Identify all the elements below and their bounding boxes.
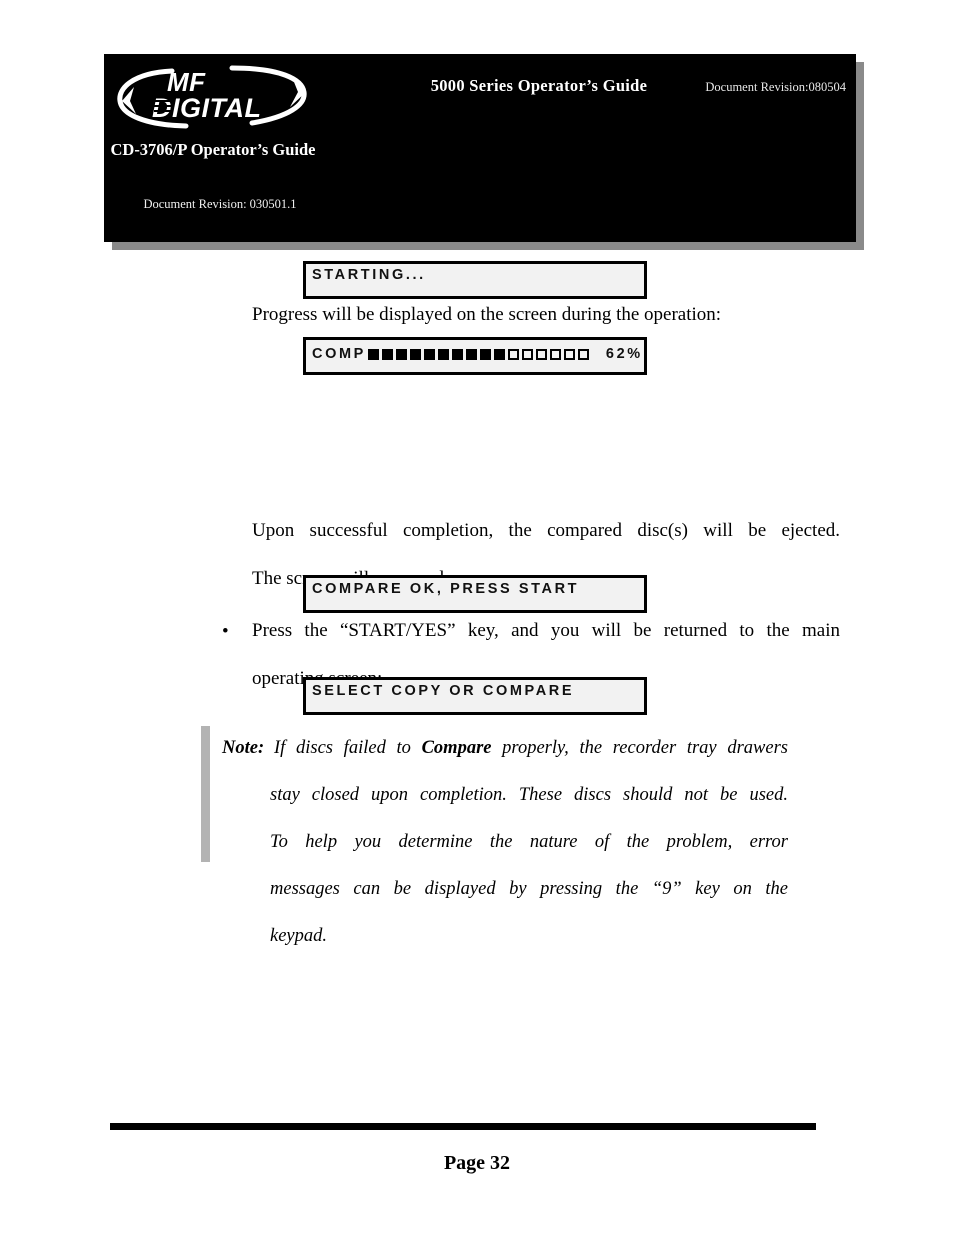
progress-block-empty <box>563 348 575 360</box>
note-line-5: keypad. <box>270 925 328 946</box>
progress-row: COMP 62% <box>312 343 643 365</box>
bullet-line1: Press the “START/YES” key, and you will … <box>252 620 840 641</box>
progress-block-filled <box>479 348 491 360</box>
progress-block-empty <box>535 348 547 360</box>
lcd-text-compare-ok: COMPARE OK, PRESS START <box>312 581 580 597</box>
progress-block-filled <box>437 348 449 360</box>
header-sub-document-revision: Document Revision: 030501.1 <box>143 197 297 211</box>
svg-text:DIGITAL: DIGITAL <box>152 93 261 123</box>
note-block: Note: If discs failed to Compare properl… <box>222 737 788 948</box>
note-line-2: stay closed upon completion. These discs… <box>270 784 788 805</box>
progress-block-filled <box>493 348 505 360</box>
progress-percent: 62% <box>605 346 643 362</box>
progress-block-empty <box>549 348 561 360</box>
note-line1-post: properly, the recorder tray drawers <box>491 738 788 758</box>
footer-divider <box>110 1123 816 1130</box>
lcd-text-starting: STARTING... <box>312 267 426 283</box>
lcd-display-select-copy-or-compare: SELECT COPY OR COMPARE <box>303 677 647 715</box>
header-banner: MF DIGITAL 5000 Series Operator’s Guide … <box>104 54 856 242</box>
progress-block-filled <box>395 348 407 360</box>
note-lines-rest: stay closed upon completion. These discs… <box>270 784 788 948</box>
note-line-3: To help you determine the nature of the … <box>270 831 788 852</box>
progress-block-empty <box>507 348 519 360</box>
note-sidebar-rule <box>201 726 210 862</box>
header-title: 5000 Series Operator’s Guide <box>430 76 648 95</box>
page-number: Page 32 <box>443 1152 511 1174</box>
progress-block-filled <box>465 348 477 360</box>
note-line-1: If discs failed to Compare properly, the… <box>274 737 788 784</box>
paragraph-progress-displayed: Progress will be displayed on the screen… <box>252 304 722 325</box>
progress-blocks <box>367 348 592 360</box>
header-subtitle: CD-3706/P Operator’s Guide <box>110 140 316 159</box>
progress-block-filled <box>451 348 463 360</box>
lcd-display-compare-ok: COMPARE OK, PRESS START <box>303 575 647 613</box>
paragraph-upon-line1: Upon successful completion, the compared… <box>252 520 840 541</box>
note-line-4: messages can be displayed by pressing th… <box>270 878 788 899</box>
lcd-text-select: SELECT COPY OR COMPARE <box>312 683 575 699</box>
bullet-marker-icon: • <box>222 621 229 642</box>
progress-block-empty <box>577 348 589 360</box>
note-line1-emphasis: Compare <box>421 738 492 758</box>
lcd-display-starting: STARTING... <box>303 261 647 299</box>
progress-block-filled <box>381 348 393 360</box>
mf-digital-logo: MF DIGITAL <box>112 57 314 135</box>
lcd-display-progress: COMP 62% <box>303 337 647 375</box>
header-document-revision: Document Revision:080504 <box>705 80 846 94</box>
progress-block-filled <box>423 348 435 360</box>
note-label: Note: <box>222 738 265 758</box>
progress-block-filled <box>367 348 379 360</box>
progress-label: COMP <box>312 346 366 362</box>
progress-block-filled <box>409 348 421 360</box>
note-line1-pre: If discs failed to <box>274 738 422 758</box>
progress-block-empty <box>521 348 533 360</box>
